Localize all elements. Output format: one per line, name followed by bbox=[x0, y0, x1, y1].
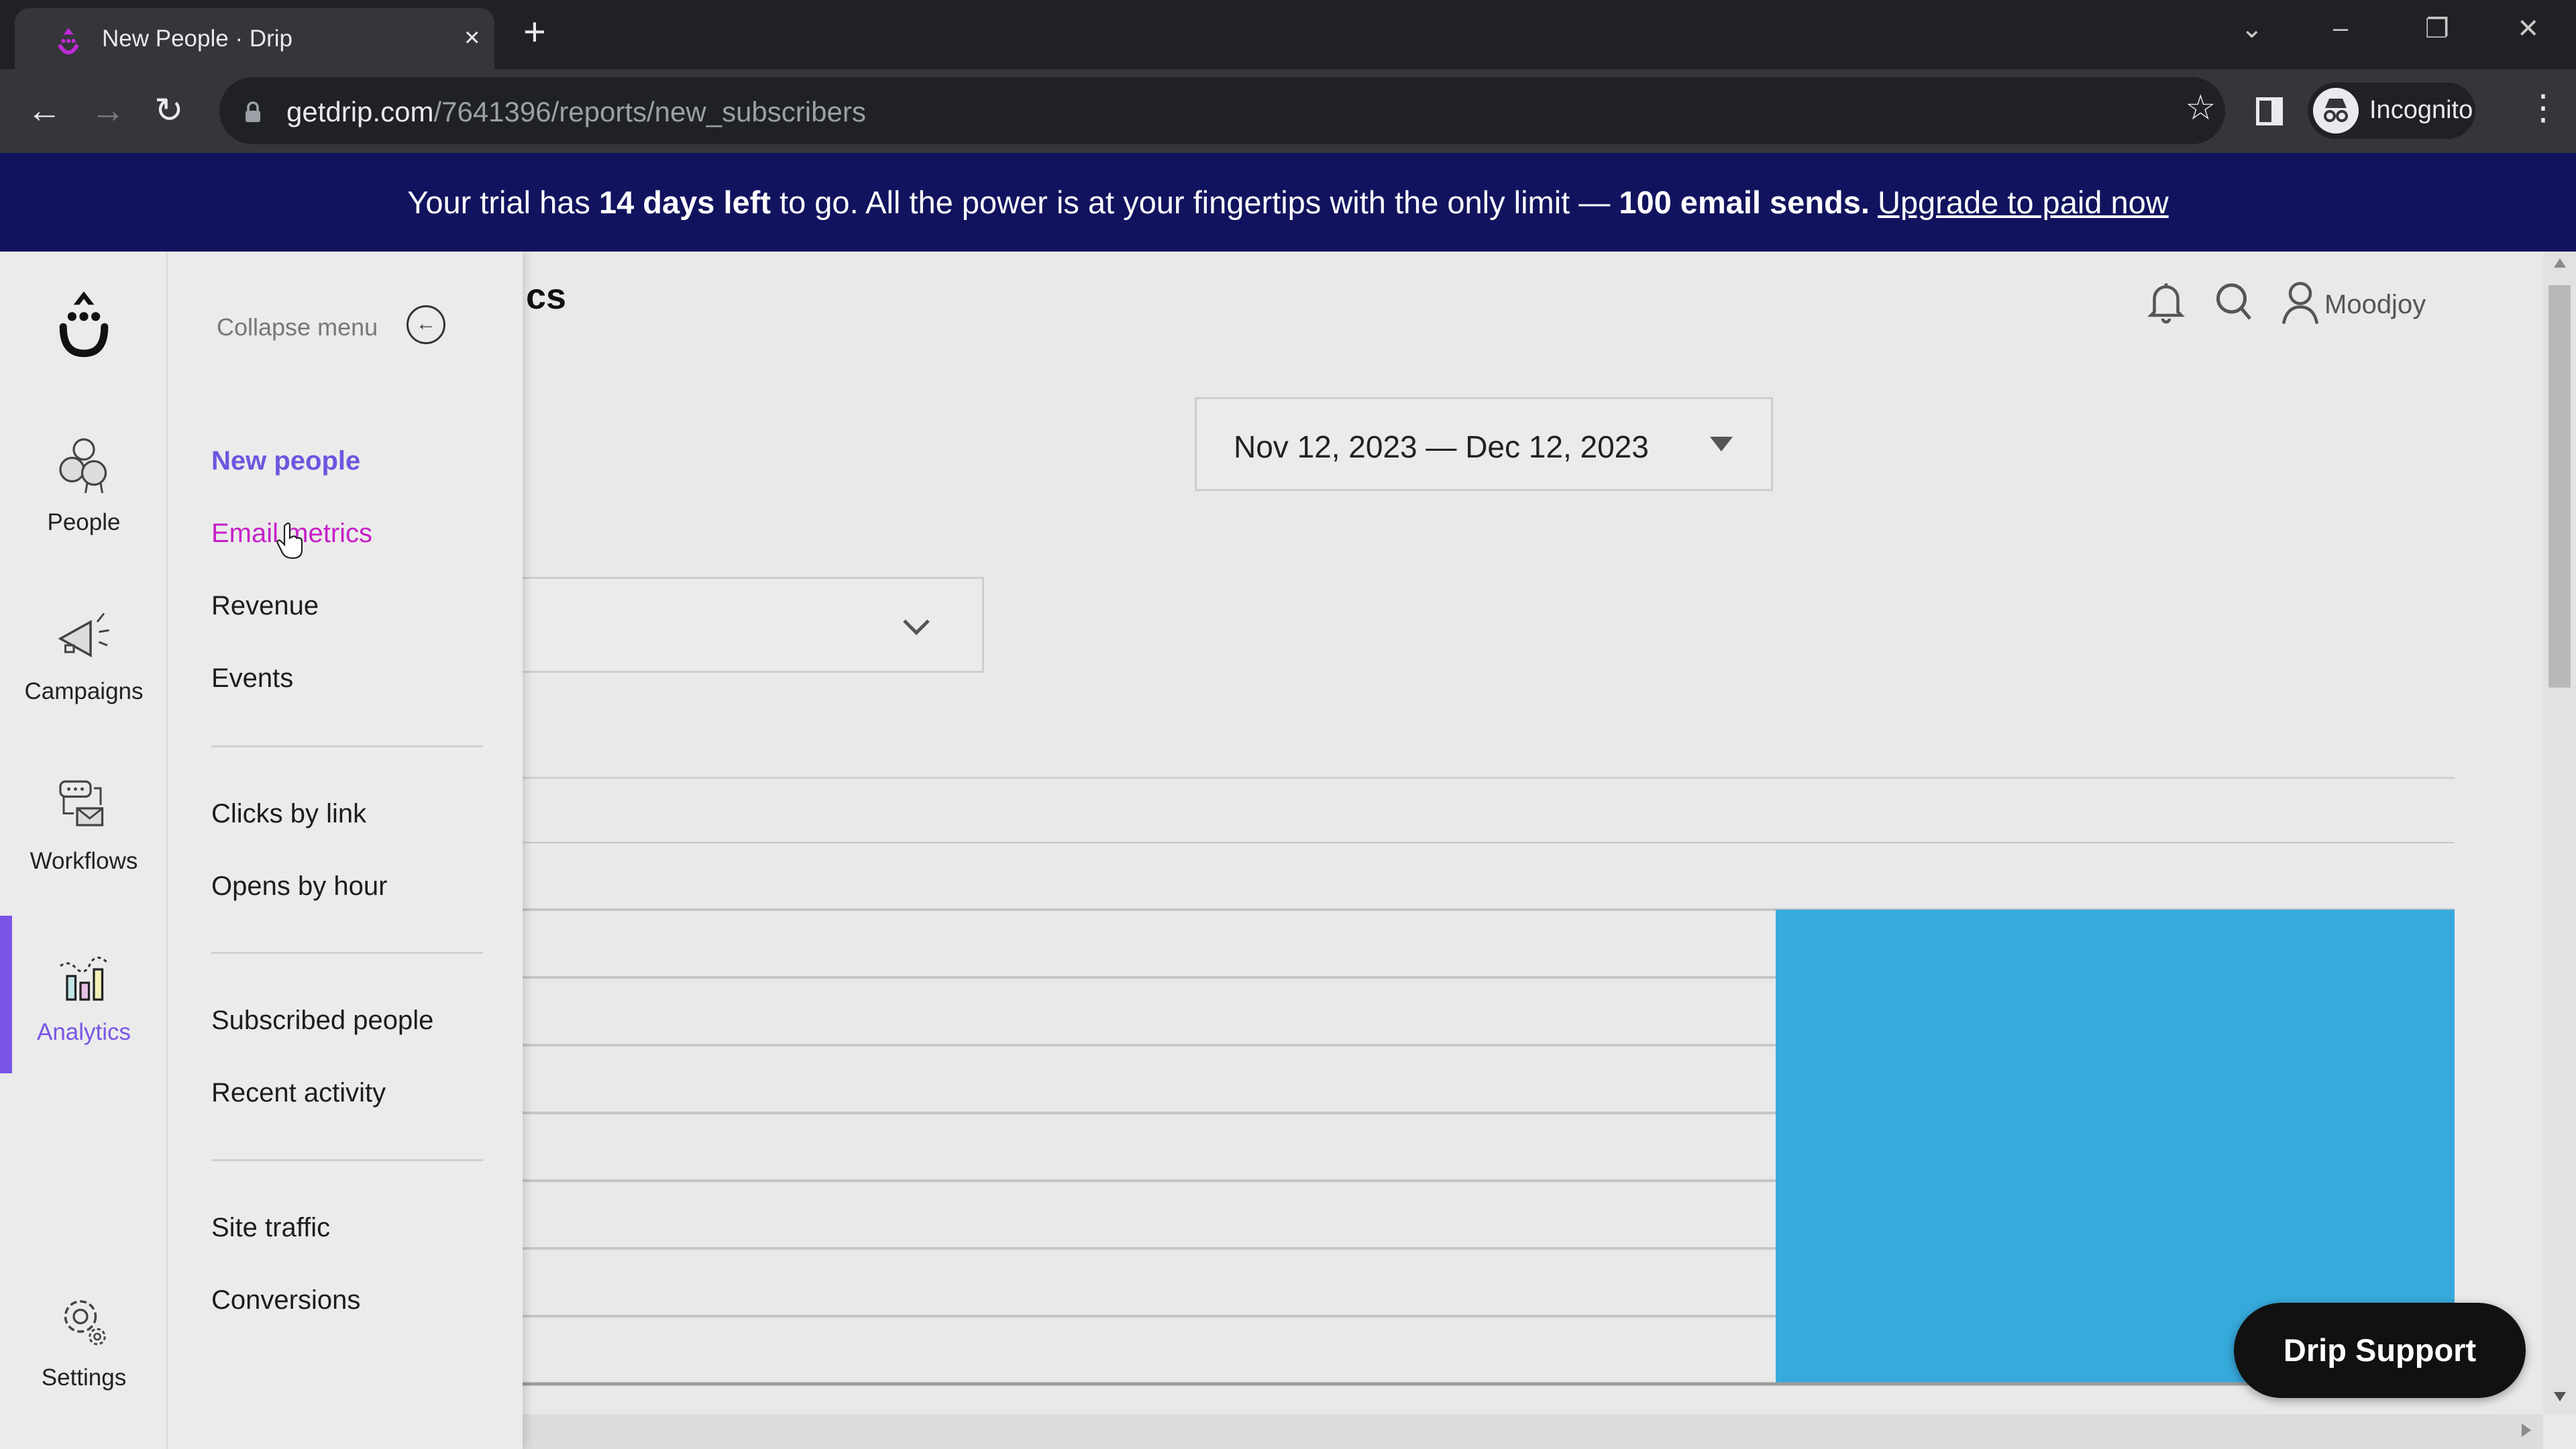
user-name[interactable]: Moodjoy bbox=[2324, 290, 2426, 320]
new-tab-button[interactable]: + bbox=[523, 12, 546, 52]
scroll-up-arrow-icon[interactable] bbox=[2554, 258, 2566, 268]
analytics-submenu: Collapse menu ← New people Email metrics… bbox=[168, 252, 523, 1449]
banner-days-left: 14 days left bbox=[598, 184, 771, 220]
incognito-profile-button[interactable]: Incognito bbox=[2308, 83, 2475, 139]
submenu-item-recent-activity[interactable]: Recent activity bbox=[211, 1078, 386, 1108]
trial-banner: Your trial has 14 days left to go. All t… bbox=[0, 153, 2576, 252]
bookmark-star-icon[interactable]: ☆ bbox=[2185, 88, 2216, 128]
window-close-icon[interactable]: ✕ bbox=[2517, 13, 2540, 44]
submenu-divider bbox=[211, 1159, 483, 1161]
metric-select[interactable] bbox=[516, 577, 984, 673]
side-panel-icon[interactable] bbox=[2256, 97, 2283, 125]
restore-icon[interactable]: ❐ bbox=[2425, 13, 2449, 44]
submenu-item-clicks-by-link[interactable]: Clicks by link bbox=[211, 799, 366, 829]
rail-item-campaigns[interactable]: Campaigns bbox=[0, 602, 168, 705]
rail-label-analytics: Analytics bbox=[36, 1019, 131, 1045]
browser-tab[interactable]: New People · Drip × bbox=[15, 8, 494, 69]
submenu-item-new-people[interactable]: New people bbox=[211, 446, 360, 476]
lock-icon bbox=[246, 101, 260, 122]
banner-text-middle: to go. All the power is at your fingerti… bbox=[770, 184, 1619, 220]
incognito-icon bbox=[2313, 88, 2359, 133]
address-bar-row: ← → ↻ getdrip.com/7641396/reports/new_su… bbox=[0, 69, 2576, 153]
megaphone-icon bbox=[58, 612, 109, 657]
primary-nav-rail: People Campaigns Workflows Analytics Set… bbox=[0, 252, 168, 1449]
rail-label-settings: Settings bbox=[41, 1364, 127, 1391]
browser-tab-bar: New People · Drip × + ⌄ – ❐ ✕ bbox=[0, 0, 2576, 69]
drip-favicon-icon bbox=[58, 28, 79, 55]
active-nav-indicator bbox=[0, 916, 12, 1073]
rail-item-analytics[interactable]: Analytics bbox=[0, 943, 168, 1046]
caret-down-icon bbox=[1710, 437, 1733, 451]
vertical-scrollbar[interactable] bbox=[2543, 252, 2576, 1414]
submenu-item-revenue[interactable]: Revenue bbox=[211, 591, 319, 621]
submenu-item-opens-by-hour[interactable]: Opens by hour bbox=[211, 871, 387, 902]
workflow-icon bbox=[59, 780, 104, 826]
rail-item-people[interactable]: People bbox=[0, 433, 168, 536]
browser-menu-icon[interactable]: ⋮ bbox=[2526, 88, 2561, 128]
chevron-down-icon bbox=[903, 608, 930, 635]
url-host: getdrip.com bbox=[286, 96, 434, 127]
forward-icon[interactable]: → bbox=[91, 91, 125, 131]
section-divider bbox=[523, 777, 2455, 779]
upgrade-link[interactable]: Upgrade to paid now bbox=[1878, 184, 2169, 221]
submenu-item-conversions[interactable]: Conversions bbox=[211, 1285, 360, 1316]
submenu-divider bbox=[211, 745, 483, 747]
rail-item-workflows[interactable]: Workflows bbox=[0, 771, 168, 875]
submenu-divider bbox=[211, 952, 483, 954]
tab-search-icon[interactable]: ⌄ bbox=[2241, 13, 2263, 44]
new-people-chart bbox=[523, 842, 2455, 1386]
collapse-menu-label[interactable]: Collapse menu bbox=[217, 313, 378, 341]
horizontal-scrollbar[interactable] bbox=[523, 1414, 2543, 1449]
search-icon[interactable] bbox=[2213, 278, 2253, 325]
banner-text-start: Your trial has bbox=[407, 184, 599, 220]
user-avatar-icon[interactable] bbox=[2280, 278, 2320, 325]
analytics-icon bbox=[60, 957, 109, 1001]
banner-send-limit: 100 email sends. bbox=[1619, 184, 1870, 220]
scroll-down-arrow-icon[interactable] bbox=[2554, 1392, 2566, 1401]
vertical-scrollbar-thumb[interactable] bbox=[2548, 285, 2571, 688]
minimize-icon[interactable]: – bbox=[2333, 13, 2348, 44]
hand-pointer-cursor-icon bbox=[276, 522, 303, 559]
url-text[interactable]: getdrip.com/7641396/reports/new_subscrib… bbox=[286, 96, 866, 128]
drip-logo-icon[interactable] bbox=[54, 288, 114, 362]
date-range-picker[interactable]: Nov 12, 2023 — Dec 12, 2023 bbox=[1195, 397, 1773, 491]
url-path: /7641396/reports/new_subscribers bbox=[433, 96, 866, 127]
scroll-right-arrow-icon[interactable] bbox=[2522, 1424, 2531, 1437]
submenu-item-events[interactable]: Events bbox=[211, 663, 293, 694]
tab-title: New People · Drip bbox=[102, 25, 292, 52]
url-bar[interactable]: getdrip.com/7641396/reports/new_subscrib… bbox=[219, 77, 2225, 144]
submenu-item-site-traffic[interactable]: Site traffic bbox=[211, 1213, 330, 1243]
drip-support-button[interactable]: Drip Support bbox=[2234, 1303, 2526, 1398]
back-icon[interactable]: ← bbox=[27, 91, 62, 131]
people-icon bbox=[59, 438, 107, 494]
page-title: cs bbox=[526, 276, 567, 317]
rail-label-people: People bbox=[47, 509, 121, 535]
rail-label-campaigns: Campaigns bbox=[24, 678, 144, 704]
main-content: cs Moodjoy Nov 12, 2023 — Dec 12, 2023 bbox=[516, 252, 2543, 1449]
date-range-value: Nov 12, 2023 — Dec 12, 2023 bbox=[1234, 429, 1649, 464]
notification-bell-icon[interactable] bbox=[2146, 278, 2186, 325]
submenu-item-subscribed-people[interactable]: Subscribed people bbox=[211, 1006, 433, 1036]
gear-icon bbox=[64, 1300, 106, 1346]
tab-close-icon[interactable]: × bbox=[464, 23, 480, 53]
rail-label-workflows: Workflows bbox=[30, 848, 138, 874]
rail-item-settings[interactable]: Settings bbox=[0, 1288, 168, 1391]
incognito-label: Incognito bbox=[2369, 96, 2473, 124]
reload-icon[interactable]: ↻ bbox=[154, 91, 184, 131]
collapse-menu-arrow-icon[interactable]: ← bbox=[407, 305, 445, 344]
